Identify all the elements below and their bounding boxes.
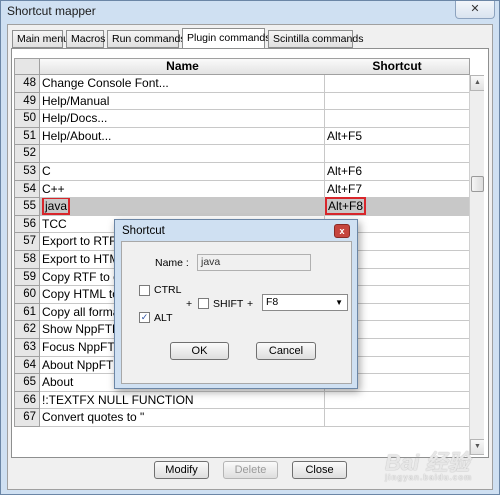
row-number: 56 <box>14 215 40 234</box>
tab-scintilla-commands[interactable]: Scintilla commands <box>268 30 363 48</box>
plus-sign: + <box>186 298 193 310</box>
watermark-text: Bai 经验 <box>385 450 470 475</box>
dialog-close-icon[interactable]: x <box>334 224 350 238</box>
row-number: 51 <box>14 127 40 146</box>
delete-button[interactable]: Delete <box>223 461 278 479</box>
alt-checkbox[interactable]: ✓ <box>139 312 150 323</box>
window-close-button[interactable]: ✕ <box>455 1 495 19</box>
row-number: 65 <box>14 374 40 392</box>
row-shortcut-cell[interactable] <box>325 75 469 93</box>
row-name-cell[interactable]: Convert quotes to " <box>40 409 325 427</box>
row-number: 53 <box>14 163 40 181</box>
shift-label: SHIFT <box>213 298 244 310</box>
table-row[interactable]: 52 <box>14 145 484 163</box>
row-number: 67 <box>14 409 40 427</box>
row-number: 49 <box>14 92 40 111</box>
row-number: 55 <box>14 198 40 216</box>
row-number: 64 <box>14 356 40 375</box>
highlighted-name: java <box>42 198 71 215</box>
dialog-body: Name : java CTRL ✓ ALT + SHIFT + F8 ▼ OK… <box>121 241 352 384</box>
tab-run-commands[interactable]: Run commands <box>107 30 186 48</box>
table-row[interactable]: 67 Convert quotes to " <box>14 409 484 427</box>
row-shortcut-cell[interactable]: Alt+F6 <box>325 163 469 181</box>
baidu-watermark: Bai 经验 jingyan.baidu.com <box>385 445 472 482</box>
ctrl-checkbox[interactable] <box>139 285 150 296</box>
tab-main-menu[interactable]: Main menu <box>12 30 69 48</box>
row-number: 61 <box>14 303 40 322</box>
row-shortcut-cell[interactable] <box>325 93 469 111</box>
row-number: 60 <box>14 286 40 304</box>
tab-plugin-commands[interactable]: Plugin commands <box>182 28 270 49</box>
row-name-cell[interactable]: !:TEXTFX NULL FUNCTION <box>40 391 325 410</box>
row-name-cell[interactable]: Help/About... <box>40 127 325 146</box>
watermark-sub: jingyan.baidu.com <box>385 473 473 482</box>
modify-button[interactable]: Modify <box>154 461 209 479</box>
grid-header: Name Shortcut <box>14 58 484 75</box>
table-row[interactable]: 53 C Alt+F6 <box>14 163 484 181</box>
dialog-title: Shortcut <box>122 225 165 237</box>
table-row[interactable]: 49 Help/Manual <box>14 92 484 111</box>
row-number: 62 <box>14 321 40 339</box>
key-select-value: F8 <box>266 296 279 308</box>
row-shortcut-cell[interactable]: Alt+F8 <box>325 197 469 216</box>
row-name-cell[interactable]: Help/Manual <box>40 92 325 111</box>
row-name-cell[interactable]: C <box>40 163 325 181</box>
row-number: 58 <box>14 251 40 269</box>
row-number: 54 <box>14 180 40 199</box>
table-row[interactable]: 48 Change Console Font... <box>14 75 484 93</box>
row-shortcut-cell[interactable]: Alt+F5 <box>325 128 469 146</box>
header-shortcut: Shortcut <box>325 58 470 75</box>
vertical-scrollbar[interactable]: ▲ ▼ <box>469 75 484 455</box>
row-number: 57 <box>14 233 40 251</box>
row-name-cell[interactable]: Change Console Font... <box>40 75 325 93</box>
alt-label: ALT <box>154 312 173 324</box>
shortcut-mapper-window: Shortcut mapper ✕ Main menu Macros Run c… <box>0 0 500 495</box>
cancel-button[interactable]: Cancel <box>256 342 316 360</box>
table-row[interactable]: 54 C++ Alt+F7 <box>14 180 484 199</box>
row-name-cell[interactable] <box>40 145 325 163</box>
row-name-cell[interactable]: java <box>40 198 325 216</box>
table-row[interactable]: 50 Help/Docs... <box>14 110 484 128</box>
table-row[interactable]: 55 java Alt+F8 <box>14 197 484 216</box>
name-label: Name : <box>155 257 189 269</box>
close-button[interactable]: Close <box>292 461 347 479</box>
shift-checkbox[interactable] <box>198 298 209 309</box>
key-select[interactable]: F8 ▼ <box>262 294 348 311</box>
ok-button[interactable]: OK <box>170 342 229 360</box>
ctrl-label: CTRL <box>154 284 182 296</box>
row-number: 50 <box>14 110 40 128</box>
row-number: 63 <box>14 339 40 357</box>
scroll-thumb[interactable] <box>471 176 484 192</box>
row-name-cell[interactable]: Help/Docs... <box>40 110 325 128</box>
row-name-cell[interactable]: C++ <box>40 180 325 199</box>
row-number: 48 <box>14 75 40 93</box>
row-shortcut-cell[interactable] <box>325 110 469 128</box>
header-corner <box>14 58 40 75</box>
row-shortcut-cell[interactable] <box>325 409 469 427</box>
chevron-down-icon: ▼ <box>335 298 343 307</box>
plus-sign: + <box>247 298 254 310</box>
row-shortcut-cell[interactable]: Alt+F7 <box>325 181 469 199</box>
row-number: 52 <box>14 145 40 163</box>
shortcut-dialog: Shortcut x Name : java CTRL ✓ ALT + SHIF… <box>114 219 358 389</box>
title-bar: Shortcut mapper ✕ <box>1 1 499 23</box>
table-row[interactable]: 66 !:TEXTFX NULL FUNCTION <box>14 391 484 410</box>
name-field[interactable]: java <box>197 254 311 271</box>
table-row[interactable]: 51 Help/About... Alt+F5 <box>14 127 484 146</box>
row-shortcut-cell[interactable] <box>325 145 469 163</box>
row-number: 66 <box>14 391 40 410</box>
header-name: Name <box>40 58 326 75</box>
scroll-up-icon[interactable]: ▲ <box>470 75 484 91</box>
row-number: 59 <box>14 268 40 287</box>
window-title: Shortcut mapper <box>7 4 96 18</box>
tab-macros[interactable]: Macros <box>66 30 105 48</box>
highlighted-shortcut: Alt+F8 <box>325 197 367 216</box>
row-shortcut-cell[interactable] <box>325 392 469 410</box>
